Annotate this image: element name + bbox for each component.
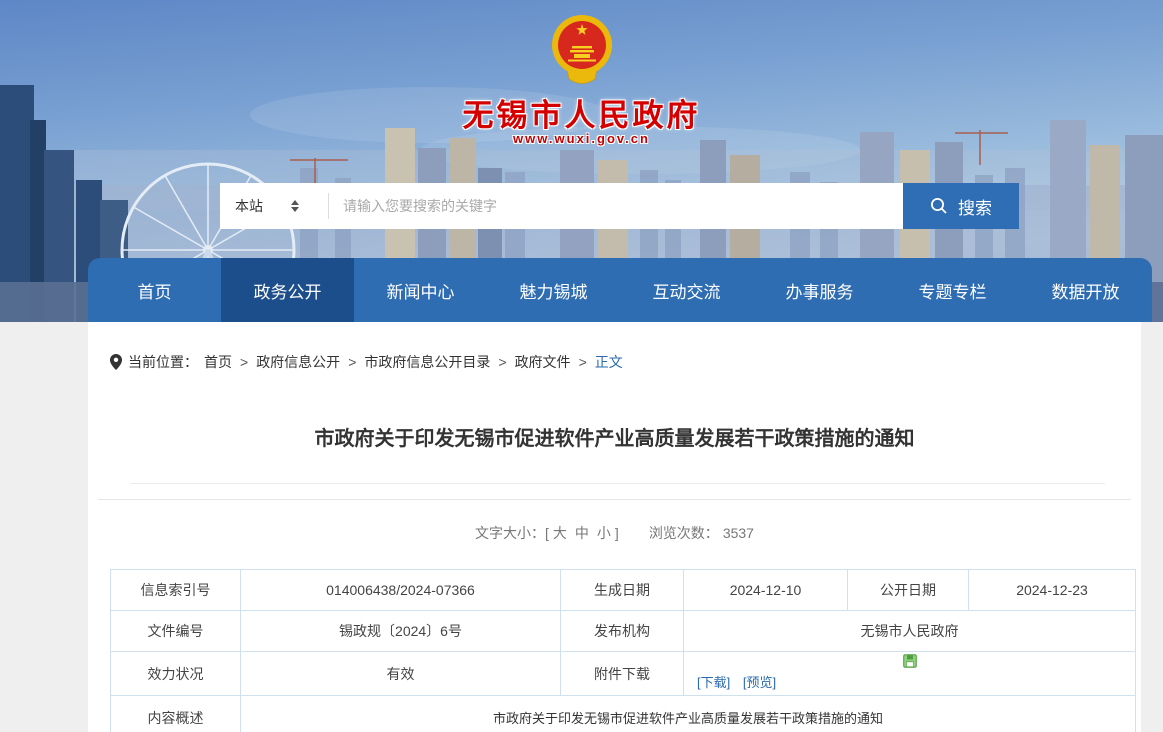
- generated-date-label: 生成日期: [561, 570, 684, 611]
- font-size-large-button[interactable]: 大: [553, 525, 567, 541]
- nav-item-interaction[interactable]: 互动交流: [620, 258, 753, 322]
- search-button[interactable]: 搜索: [903, 183, 1019, 229]
- issuing-agency-label: 发布机构: [561, 611, 684, 652]
- info-index-value: 014006438/2024-07366: [241, 570, 561, 611]
- header-banner: 无锡市人民政府 www.wuxi.gov.cn 本站 搜索 首页 政务公开 新闻…: [0, 0, 1163, 322]
- publish-date-label: 公开日期: [848, 570, 969, 611]
- breadcrumb-prefix: 当前位置：: [128, 352, 198, 372]
- font-size-medium-button[interactable]: 中: [575, 525, 589, 541]
- site-name: 无锡市人民政府: [0, 90, 1163, 135]
- attachment-label: 附件下载: [561, 652, 684, 696]
- nav-item-charm[interactable]: 魅力锡城: [487, 258, 620, 322]
- nav-item-home[interactable]: 首页: [88, 258, 221, 322]
- nav-item-open-data[interactable]: 数据开放: [1019, 258, 1152, 322]
- search-icon: [930, 197, 948, 215]
- search-scope-value: 本站: [235, 196, 263, 216]
- breadcrumb-link-home[interactable]: 首页: [204, 352, 232, 372]
- issuing-agency-value: 无锡市人民政府: [684, 611, 1136, 652]
- attachment-download-link[interactable]: [下载]: [697, 675, 730, 690]
- breadcrumb-separator: >: [240, 354, 248, 370]
- validity-value: 有效: [241, 652, 561, 696]
- font-size-bracket: [: [545, 525, 549, 541]
- info-table: 信息索引号 014006438/2024-07366 生成日期 2024-12-…: [110, 569, 1136, 732]
- breadcrumb-link-gov-info-disclosure[interactable]: 政府信息公开: [256, 352, 340, 372]
- nav-item-gov-info[interactable]: 政务公开: [221, 258, 354, 322]
- site-url: www.wuxi.gov.cn: [0, 131, 1163, 146]
- breadcrumb-link-disclosure-directory[interactable]: 市政府信息公开目录: [364, 352, 490, 372]
- search-button-label: 搜索: [958, 194, 992, 219]
- breadcrumb: 当前位置： 首页 > 政府信息公开 > 市政府信息公开目录 > 政府文件 > 正…: [88, 322, 1141, 372]
- breadcrumb-current[interactable]: 正文: [595, 352, 623, 372]
- doc-number-label: 文件编号: [111, 611, 241, 652]
- divider: [130, 483, 1105, 484]
- breadcrumb-separator: >: [498, 354, 506, 370]
- content-area: 当前位置： 首页 > 政府信息公开 > 市政府信息公开目录 > 政府文件 > 正…: [88, 322, 1141, 732]
- attachment-preview-link[interactable]: [预览]: [743, 675, 776, 690]
- font-size-label: 文字大小：: [475, 525, 545, 541]
- up-down-arrows-icon: [291, 200, 299, 212]
- floppy-disk-icon[interactable]: [903, 654, 917, 668]
- table-row: 文件编号 锡政规〔2024〕6号 发布机构 无锡市人民政府: [111, 611, 1136, 652]
- nav-item-services[interactable]: 办事服务: [753, 258, 886, 322]
- table-row: 效力状况 有效 附件下载 [下载] [预览]: [111, 652, 1136, 696]
- main-nav: 首页 政务公开 新闻中心 魅力锡城 互动交流 办事服务 专题专栏 数据开放: [88, 258, 1152, 322]
- nav-item-topics[interactable]: 专题专栏: [886, 258, 1019, 322]
- font-size-small-button[interactable]: 小: [597, 525, 611, 541]
- breadcrumb-link-gov-documents[interactable]: 政府文件: [515, 352, 571, 372]
- nav-item-news[interactable]: 新闻中心: [354, 258, 487, 322]
- doc-number-value: 锡政规〔2024〕6号: [241, 611, 561, 652]
- breadcrumb-separator: >: [348, 354, 356, 370]
- views-label: 浏览次数：: [649, 525, 719, 541]
- page-title: 市政府关于印发无锡市促进软件产业高质量发展若干政策措施的通知: [88, 422, 1141, 451]
- font-size-bracket: ]: [615, 525, 619, 541]
- search-input[interactable]: [329, 183, 903, 229]
- table-row: 信息索引号 014006438/2024-07366 生成日期 2024-12-…: [111, 570, 1136, 611]
- national-emblem-icon: [551, 13, 613, 89]
- breadcrumb-separator: >: [579, 354, 587, 370]
- attachment-cell: [下载] [预览]: [684, 652, 1136, 696]
- summary-label: 内容概述: [111, 696, 241, 732]
- validity-label: 效力状况: [111, 652, 241, 696]
- table-row: 内容概述 市政府关于印发无锡市促进软件产业高质量发展若干政策措施的通知: [111, 696, 1136, 732]
- views-count: 3537: [723, 525, 754, 541]
- generated-date-value: 2024-12-10: [684, 570, 848, 611]
- info-index-label: 信息索引号: [111, 570, 241, 611]
- search-bar: 本站 搜索: [220, 183, 1019, 229]
- search-scope-select[interactable]: 本站: [220, 183, 328, 229]
- location-pin-icon: [110, 354, 122, 370]
- divider: [98, 499, 1131, 500]
- article-meta: 文字大小：[大中小] 浏览次数：3537: [88, 523, 1141, 543]
- publish-date-value: 2024-12-23: [969, 570, 1136, 611]
- summary-value: 市政府关于印发无锡市促进软件产业高质量发展若干政策措施的通知: [241, 696, 1136, 732]
